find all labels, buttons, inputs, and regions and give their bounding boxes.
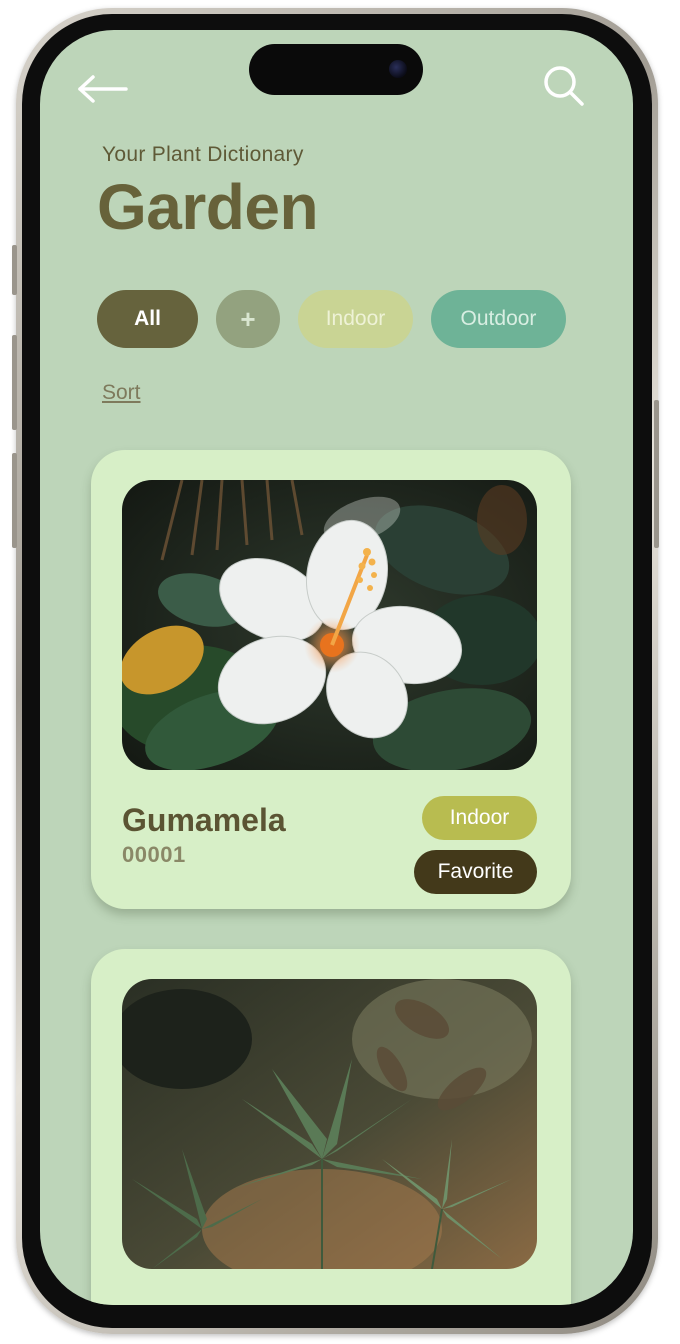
green-leafy-plant-photo xyxy=(122,979,537,1269)
favorite-tag: Favorite xyxy=(414,850,537,894)
plant-name: Gumamela xyxy=(122,802,286,838)
indoor-tag: Indoor xyxy=(422,796,537,840)
plant-card[interactable]: Gumamela 00001 Indoor Favorite xyxy=(91,450,571,909)
action-button xyxy=(12,245,17,295)
page-subtitle: Your Plant Dictionary xyxy=(102,143,304,166)
search-icon[interactable] xyxy=(542,64,586,108)
page-title: Garden xyxy=(97,171,319,243)
filter-indoor-chip[interactable]: Indoor xyxy=(298,290,413,348)
plant-id: 00001 xyxy=(122,842,186,867)
app-screen: Your Plant Dictionary Garden All + Indoo… xyxy=(40,30,633,1305)
white-hibiscus-flower-photo xyxy=(122,480,537,770)
dynamic-island xyxy=(249,44,423,95)
volume-down-button xyxy=(12,453,17,548)
filter-outdoor-chip[interactable]: Outdoor xyxy=(431,290,566,348)
plant-card[interactable] xyxy=(91,949,571,1305)
camera-icon xyxy=(389,60,407,78)
power-button xyxy=(654,400,659,548)
add-filter-button[interactable]: + xyxy=(216,290,280,348)
back-arrow-icon[interactable] xyxy=(76,74,130,104)
sort-link[interactable]: Sort xyxy=(102,381,141,405)
volume-up-button xyxy=(12,335,17,430)
filter-all-chip[interactable]: All xyxy=(97,290,198,348)
